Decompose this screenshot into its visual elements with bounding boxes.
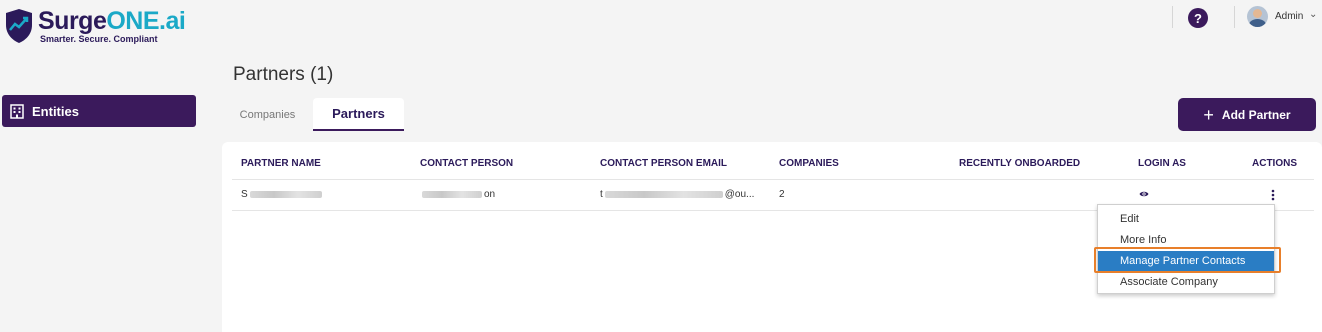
shield-logo-icon — [6, 9, 32, 43]
cell-contact-email[interactable]: t @ou... — [600, 189, 754, 200]
menu-item-manage-partner-contacts[interactable]: Manage Partner Contacts — [1098, 251, 1274, 271]
more-vertical-icon[interactable] — [1271, 189, 1275, 201]
cell-partner-name[interactable]: S — [241, 189, 324, 200]
top-bar: SurgeONE.ai Smarter. Secure. Compliant ?… — [0, 0, 1322, 50]
header-divider — [1234, 6, 1235, 28]
cell-contact-person[interactable]: on — [420, 189, 495, 200]
add-partner-button[interactable]: + Add Partner — [1178, 98, 1316, 131]
help-button[interactable]: ? — [1188, 8, 1208, 28]
email-prefix-text: t — [600, 189, 603, 200]
sidebar-item-entities[interactable]: Entities — [2, 95, 196, 127]
column-header-recently-onboarded[interactable]: RECENTLY ONBOARDED — [959, 158, 1080, 169]
companies-count: 2 — [779, 189, 785, 200]
column-header-login-as[interactable]: LOGIN AS — [1138, 158, 1186, 169]
partner-name-text: S — [241, 189, 248, 200]
menu-item-associate-company[interactable]: Associate Company — [1098, 272, 1274, 292]
column-header-contact-email[interactable]: CONTACT PERSON EMAIL — [600, 158, 727, 169]
user-avatar[interactable] — [1247, 6, 1268, 27]
column-header-partner-name[interactable]: PARTNER NAME — [241, 158, 321, 169]
table-header-divider — [232, 179, 1314, 180]
redacted-text — [422, 191, 482, 198]
user-name[interactable]: Admin — [1275, 11, 1303, 22]
brand-tagline: Smarter. Secure. Compliant — [40, 33, 158, 44]
contact-person-text: on — [484, 189, 496, 200]
email-suffix-text: @ou... — [724, 189, 755, 200]
tab-partners[interactable]: Partners — [313, 98, 404, 131]
building-icon — [10, 103, 24, 119]
eye-icon[interactable] — [1139, 190, 1149, 198]
column-header-actions[interactable]: ACTIONS — [1252, 158, 1297, 169]
brand-logo[interactable]: SurgeONE.ai Smarter. Secure. Compliant — [4, 4, 186, 48]
menu-item-edit[interactable]: Edit — [1098, 209, 1274, 229]
column-header-companies[interactable]: COMPANIES — [779, 158, 839, 169]
redacted-text — [604, 191, 723, 198]
sidebar-item-label: Entities — [32, 103, 79, 119]
brand-prefix: Surge — [38, 6, 107, 35]
chevron-down-icon[interactable]: ⌄ — [1309, 9, 1317, 20]
page-title: Partners (1) — [233, 64, 334, 85]
tab-bar: Companies Partners — [222, 98, 404, 131]
add-partner-label: Add Partner — [1221, 107, 1291, 122]
tab-companies[interactable]: Companies — [222, 98, 313, 131]
plus-icon: + — [1203, 104, 1214, 125]
column-header-contact-person[interactable]: CONTACT PERSON — [420, 158, 513, 169]
redacted-text — [249, 191, 322, 198]
brand-wordmark: SurgeONE.ai Smarter. Secure. Compliant — [38, 6, 186, 44]
header-divider — [1172, 6, 1173, 28]
menu-item-more-info[interactable]: More Info — [1098, 230, 1274, 250]
actions-dropdown-menu: Edit More Info Manage Partner Contacts A… — [1097, 204, 1275, 294]
brand-accent: ONE.ai — [106, 6, 186, 35]
cell-companies: 2 — [779, 189, 785, 200]
